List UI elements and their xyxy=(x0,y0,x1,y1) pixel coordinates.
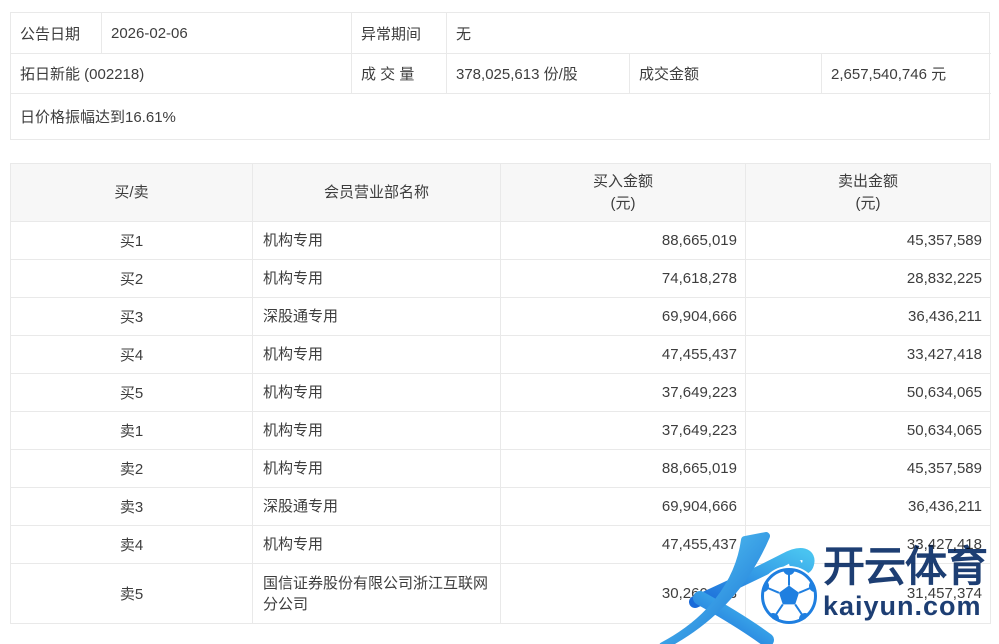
side-cell: 卖3 xyxy=(11,488,253,526)
watermark-text: 开云体育 kaiyun.com xyxy=(823,546,987,622)
side-cell: 买1 xyxy=(11,222,253,260)
sell-amount-cell: 50,634,065 xyxy=(746,374,991,412)
sell-amount-cell: 45,357,589 xyxy=(746,222,991,260)
branch-cell: 机构专用 xyxy=(253,450,501,488)
branch-cell: 机构专用 xyxy=(253,374,501,412)
info-box: 公告日期 2026-02-06 异常期间 无 拓日新能 (002218) 成 交… xyxy=(10,12,990,140)
header-sell-amount: 卖出金额 (元) xyxy=(746,164,991,222)
table-row: 买2机构专用74,618,27828,832,225 xyxy=(11,260,991,298)
sell-amount-cell: 45,357,589 xyxy=(746,450,991,488)
table-row: 卖1机构专用37,649,22350,634,065 xyxy=(11,412,991,450)
watermark-brand-cn: 开云体育 xyxy=(823,546,987,588)
header-sell-line1: 卖出金额 xyxy=(746,171,990,193)
sell-amount-cell: 50,634,065 xyxy=(746,412,991,450)
side-cell: 买5 xyxy=(11,374,253,412)
amplitude-note: 日价格振幅达到16.61% xyxy=(11,93,991,139)
side-cell: 买3 xyxy=(11,298,253,336)
table-row: 买4机构专用47,455,43733,427,418 xyxy=(11,336,991,374)
table-row: 卖3深股通专用69,904,66636,436,211 xyxy=(11,488,991,526)
abnormal-period-label: 异常期间 xyxy=(351,13,446,53)
side-cell: 卖5 xyxy=(11,564,253,624)
kaiyun-k-football-icon xyxy=(645,524,840,644)
branch-cell: 深股通专用 xyxy=(253,488,501,526)
table-row: 买3深股通专用69,904,66636,436,211 xyxy=(11,298,991,336)
side-cell: 卖1 xyxy=(11,412,253,450)
kaiyun-watermark[interactable]: 开云体育 kaiyun.com xyxy=(645,524,995,640)
header-branch: 会员营业部名称 xyxy=(253,164,501,222)
stock-name: 拓日新能 (002218) xyxy=(11,53,351,93)
table-header-row: 买/卖 会员营业部名称 买入金额 (元) 卖出金额 (元) xyxy=(11,164,991,222)
table-row: 买1机构专用88,665,01945,357,589 xyxy=(11,222,991,260)
header-sell-line2: (元) xyxy=(746,193,990,215)
turnover-value: 2,657,540,746 元 xyxy=(821,53,991,93)
branch-cell: 机构专用 xyxy=(253,412,501,450)
announce-date-value: 2026-02-06 xyxy=(101,13,351,53)
volume-label: 成 交 量 xyxy=(351,53,446,93)
sell-amount-cell: 36,436,211 xyxy=(746,488,991,526)
side-cell: 卖2 xyxy=(11,450,253,488)
announce-date-label: 公告日期 xyxy=(11,13,101,53)
sell-amount-cell: 28,832,225 xyxy=(746,260,991,298)
page: 公告日期 2026-02-06 异常期间 无 拓日新能 (002218) 成 交… xyxy=(0,0,999,640)
sell-amount-cell: 36,436,211 xyxy=(746,298,991,336)
header-side: 买/卖 xyxy=(11,164,253,222)
side-cell: 买4 xyxy=(11,336,253,374)
turnover-label: 成交金额 xyxy=(629,53,821,93)
sell-amount-cell: 33,427,418 xyxy=(746,336,991,374)
buy-amount-cell: 69,904,666 xyxy=(501,298,746,336)
table-row: 买5机构专用37,649,22350,634,065 xyxy=(11,374,991,412)
branch-cell: 国信证券股份有限公司浙江互联网分公司 xyxy=(253,564,501,624)
branch-cell: 机构专用 xyxy=(253,336,501,374)
buy-amount-cell: 69,904,666 xyxy=(501,488,746,526)
watermark-brand-domain: kaiyun.com xyxy=(823,591,987,622)
abnormal-period-value: 无 xyxy=(446,13,991,53)
branch-cell: 机构专用 xyxy=(253,260,501,298)
header-buy-amount: 买入金额 (元) xyxy=(501,164,746,222)
buy-amount-cell: 88,665,019 xyxy=(501,222,746,260)
side-cell: 买2 xyxy=(11,260,253,298)
table-row: 卖2机构专用88,665,01945,357,589 xyxy=(11,450,991,488)
branch-cell: 机构专用 xyxy=(253,222,501,260)
header-buy-line1: 买入金额 xyxy=(501,171,745,193)
branch-cell: 机构专用 xyxy=(253,526,501,564)
buy-amount-cell: 74,618,278 xyxy=(501,260,746,298)
header-buy-line2: (元) xyxy=(501,193,745,215)
volume-value: 378,025,613 份/股 xyxy=(446,53,629,93)
branch-cell: 深股通专用 xyxy=(253,298,501,336)
buy-amount-cell: 47,455,437 xyxy=(501,336,746,374)
side-cell: 卖4 xyxy=(11,526,253,564)
buy-amount-cell: 37,649,223 xyxy=(501,412,746,450)
buy-amount-cell: 88,665,019 xyxy=(501,450,746,488)
buy-amount-cell: 37,649,223 xyxy=(501,374,746,412)
